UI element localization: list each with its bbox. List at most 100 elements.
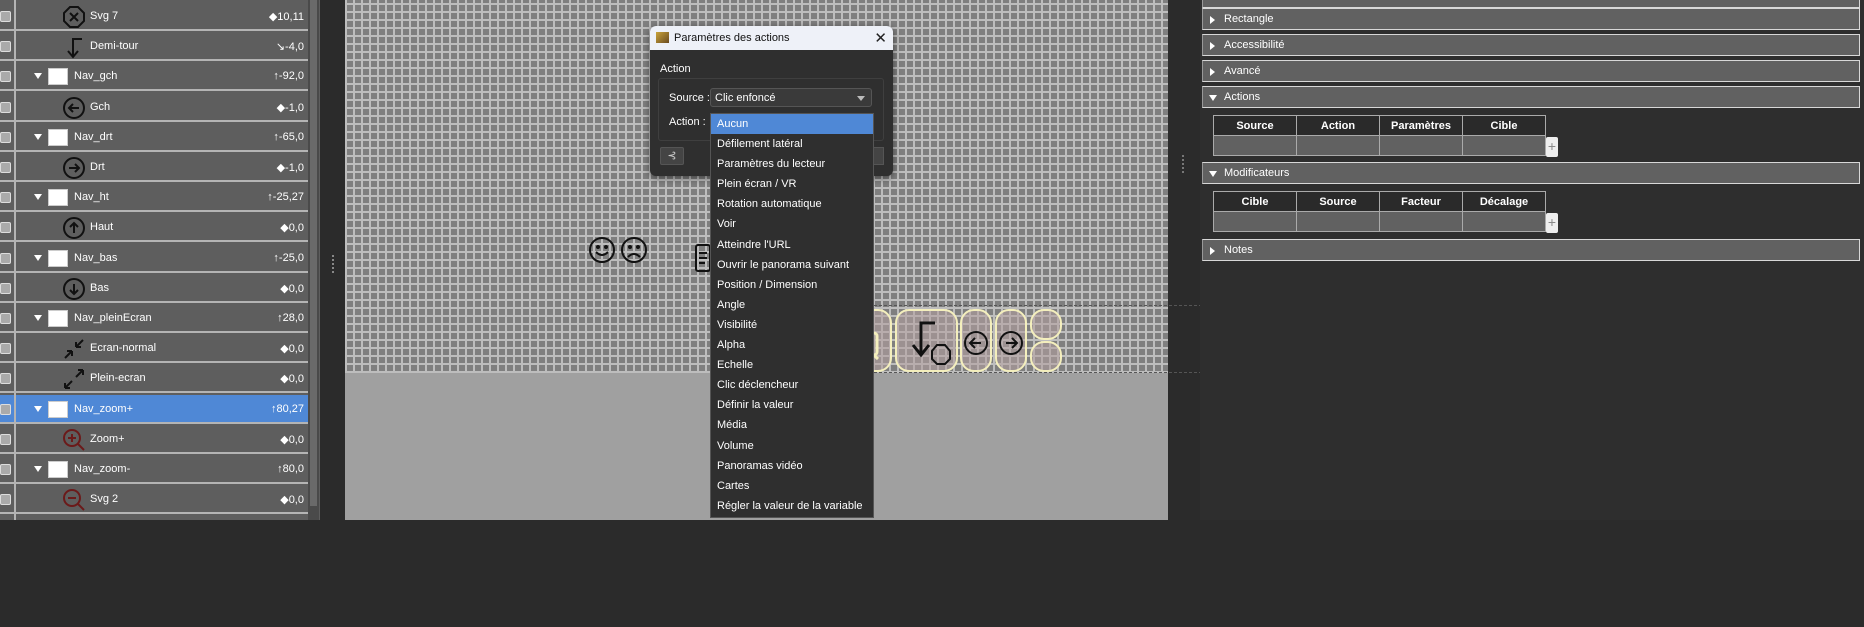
up-button[interactable] [1030, 309, 1062, 340]
action-option[interactable]: Aucun [711, 114, 873, 135]
visibility-eye-icon[interactable] [0, 222, 11, 234]
layer-row[interactable]: Nav_zoom+ ↑80,27 [0, 394, 308, 424]
layer-position: ↑28,0 [277, 312, 304, 324]
layer-row[interactable]: Nav_gch ↑-92,0 [0, 62, 308, 92]
visibility-eye-icon[interactable] [0, 494, 11, 506]
app-logo-icon [656, 32, 669, 43]
collapse-triangle-icon[interactable] [34, 315, 42, 321]
layer-row[interactable]: Gch ◆-1,0 [0, 92, 308, 122]
right-button[interactable] [995, 309, 1027, 372]
visibility-eye-icon[interactable] [0, 343, 11, 355]
expand-icon [1210, 16, 1215, 24]
collapse-triangle-icon[interactable] [34, 254, 42, 261]
visibility-eye-icon[interactable] [0, 313, 11, 324]
layer-row[interactable]: Zoom+ ◆0,0 [0, 424, 308, 454]
connect-button[interactable]: ⊰ [660, 147, 684, 165]
chevron-down-icon [857, 96, 865, 101]
layer-row[interactable]: Nav_ht ↑-25,27 [0, 183, 308, 213]
layer-name: Ecran-normal [90, 342, 157, 355]
action-option[interactable]: Ouvrir le panorama suivant [711, 255, 873, 275]
layer-row[interactable]: Nav_zoom- ↑80,0 [0, 455, 308, 484]
visibility-eye-icon[interactable] [0, 252, 11, 264]
visibility-eye-icon[interactable] [0, 162, 11, 173]
section-label: Modificateurs [1224, 167, 1290, 179]
action-option[interactable]: Volume [711, 436, 873, 456]
layer-name: Nav_zoom+ [74, 402, 134, 415]
action-option[interactable]: Echelle [711, 355, 873, 375]
u-turn-button[interactable] [895, 309, 958, 372]
section-actions[interactable]: Actions [1202, 86, 1860, 108]
down-button[interactable] [1030, 341, 1062, 372]
table-row[interactable] [1213, 211, 1546, 232]
layer-row[interactable]: Nav_bas ↑-25,0 [0, 243, 308, 273]
visibility-eye-icon[interactable] [0, 131, 11, 143]
action-option[interactable]: Régler la valeur de la variable [711, 496, 873, 516]
layers-scrollbar[interactable] [308, 0, 319, 520]
visibility-eye-icon[interactable] [0, 373, 11, 385]
add-modifier-button[interactable]: + [1546, 213, 1558, 233]
action-option[interactable]: Définir la valeur [711, 395, 873, 415]
collapse-triangle-icon[interactable] [34, 133, 42, 140]
fullscreen-icon [64, 369, 84, 390]
layer-row[interactable]: Demi-tour ↘-4,0 [0, 32, 308, 62]
left-button[interactable] [960, 309, 992, 372]
section-avance[interactable]: Avancé [1202, 60, 1860, 82]
collapse-triangle-icon[interactable] [34, 405, 42, 412]
section-top[interactable] [1202, 0, 1860, 8]
visibility-eye-icon[interactable] [0, 282, 11, 294]
visibility-eye-icon[interactable] [0, 192, 11, 204]
action-option[interactable]: Plein écran / VR [711, 174, 873, 194]
dialog-titlebar[interactable]: Paramètres des actions ✕ [650, 26, 893, 50]
action-option[interactable]: Rotation automatique [711, 194, 873, 214]
action-option[interactable]: Clic déclencheur [711, 375, 873, 395]
layer-name: Svg 2 [90, 493, 119, 506]
visibility-eye-icon[interactable] [0, 101, 11, 113]
layer-row[interactable]: Nav_drt ↑-65,0 [0, 122, 308, 152]
section-accessibilite[interactable]: Accessibilité [1202, 34, 1860, 56]
collapse-triangle-icon[interactable] [34, 194, 42, 201]
action-option[interactable]: Atteindre l'URL [711, 235, 873, 255]
action-option[interactable]: Visibilité [711, 315, 873, 335]
splitter-handle-right[interactable] [1182, 155, 1184, 173]
action-option[interactable]: Position / Dimension [711, 275, 873, 295]
visibility-eye-icon[interactable] [0, 71, 11, 83]
visibility-eye-icon[interactable] [0, 41, 11, 53]
action-option[interactable]: Angle [711, 295, 873, 315]
smiley-icons[interactable] [589, 236, 649, 266]
close-icon[interactable]: ✕ [874, 29, 887, 47]
section-rectangle[interactable]: Rectangle [1202, 8, 1860, 30]
layer-row[interactable]: Svg 7 ◆10,11 [0, 2, 308, 31]
splitter-handle[interactable] [332, 255, 334, 273]
action-option[interactable]: Panoramas vidéo [711, 456, 873, 476]
visibility-eye-icon[interactable] [0, 11, 11, 22]
layer-row[interactable]: Plein-ecran ◆0,0 [0, 364, 308, 394]
collapse-triangle-icon[interactable] [34, 73, 42, 80]
action-option[interactable]: Paramètres du lecteur [711, 154, 873, 174]
add-action-button[interactable]: + [1546, 137, 1558, 157]
layer-row[interactable]: Haut ◆0,0 [0, 213, 308, 243]
visibility-eye-icon[interactable] [0, 403, 11, 415]
visibility-eye-icon[interactable] [0, 464, 11, 475]
action-option[interactable]: Alpha [711, 335, 873, 355]
source-select[interactable]: Clic enfoncé [710, 88, 872, 107]
action-option[interactable]: Cartes [711, 476, 873, 496]
action-group-label: Action [660, 63, 691, 75]
action-option[interactable]: Voir [711, 214, 873, 234]
arrow-left-circle-icon [63, 96, 85, 119]
action-option[interactable]: Média [711, 415, 873, 435]
document-icon[interactable] [695, 244, 711, 272]
layer-row[interactable]: Nav_pleinEcran ↑28,0 [0, 304, 308, 333]
zoom-out-icon [63, 489, 85, 511]
layer-row[interactable]: Drt ◆-1,0 [0, 153, 308, 182]
col-action: Action [1296, 115, 1380, 136]
visibility-eye-icon[interactable] [0, 433, 11, 445]
section-modificateurs[interactable]: Modificateurs [1202, 162, 1860, 184]
section-notes[interactable]: Notes [1202, 239, 1860, 261]
layer-row[interactable]: Bas ◆0,0 [0, 273, 308, 303]
collapse-triangle-icon[interactable] [34, 466, 42, 472]
table-row[interactable] [1213, 135, 1546, 156]
layer-row[interactable]: Ecran-normal ◆0,0 [0, 334, 308, 364]
layer-row[interactable]: Svg 2 ◆0,0 [0, 485, 308, 515]
action-option[interactable]: Défilement latéral [711, 134, 873, 154]
layer-name: Nav_drt [74, 130, 113, 143]
